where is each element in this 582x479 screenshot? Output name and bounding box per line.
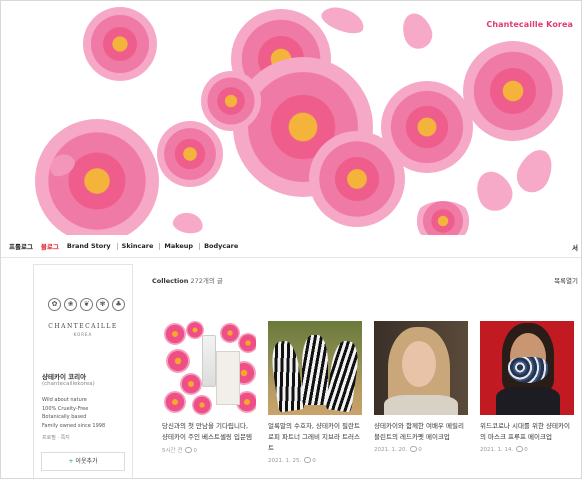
brand-title[interactable]: Chantecaille Korea	[486, 20, 573, 29]
petal-image	[470, 165, 518, 217]
menu-divider	[159, 242, 161, 250]
post-date: 2021. 1. 20.	[374, 447, 408, 453]
menu-item-makeup[interactable]: Makeup	[164, 242, 193, 250]
post-title[interactable]: 얼룩말의 수호자, 샹테카이 필란트로피 파트너 그레비 지브라 트러스트	[268, 421, 362, 454]
profile-id: (chantecaillekorea)	[42, 381, 95, 387]
open-list-button[interactable]: 목록열기	[554, 275, 578, 285]
brand-logo-subtext: KOREA	[73, 332, 93, 337]
post-thumbnail[interactable]	[480, 321, 574, 415]
tree-emblem-icon: ♣	[112, 298, 125, 311]
post-title[interactable]: 당신과의 첫 만남을 기다립니다, 샹테카이 주인 베스트셀링 입문템	[162, 421, 256, 443]
product-box-image	[216, 351, 240, 405]
portrait-body	[496, 387, 560, 415]
profile-name[interactable]: 샹테카이 코리아	[42, 371, 86, 381]
petal-image	[318, 2, 368, 38]
rose-image	[381, 81, 473, 173]
post-title[interactable]: 샹테카이와 함께한 여배우 메릴리 블린트의 레드카펫 메이크업	[374, 421, 468, 443]
comment-count: 0	[312, 458, 316, 464]
petal-image	[397, 9, 437, 53]
post-card[interactable]: 얼룩말의 수호자, 샹테카이 필란트로피 파트너 그레비 지브라 트러스트 20…	[268, 321, 362, 464]
profile-desc-line: Wild about nature	[42, 397, 87, 403]
serum-bottle-image	[202, 335, 216, 387]
portrait-shirt	[384, 395, 458, 415]
zebra-image	[325, 339, 361, 413]
post-date: 2021. 1. 25.	[268, 458, 302, 464]
post-date: 2021. 1. 14.	[480, 447, 514, 453]
leaf-emblem-icon: ✾	[96, 298, 109, 311]
brand-logo-text: CHANTECAILLE	[48, 323, 118, 330]
petal-image	[171, 210, 205, 235]
menu-item-blog[interactable]: 블로그	[41, 241, 59, 251]
post-meta: 2021. 1. 25. 0	[268, 457, 362, 464]
brand-logo-emblems: ✿ ❀ ❦ ✾ ♣	[48, 298, 125, 311]
post-meta: 2021. 1. 20. 0	[374, 446, 468, 453]
blog-banner: Chantecaille Korea	[1, 1, 581, 235]
post-title[interactable]: 위드코로나 시대를 위한 샹테카이의 마스크 프루프 메이크업	[480, 421, 574, 443]
rose-image	[413, 201, 473, 235]
comment-icon	[516, 446, 524, 452]
post-meta: 2021. 1. 14. 0	[480, 446, 574, 453]
petal-image	[511, 144, 559, 198]
profile-desc-line: Botanically based	[42, 414, 87, 420]
portrait-face	[402, 341, 436, 387]
post-date: 5시간 전	[162, 448, 183, 454]
zebra-image	[269, 339, 305, 413]
menu-item-skincare[interactable]: Skincare	[122, 242, 154, 250]
rose-image	[463, 41, 563, 141]
menu-item-prologue[interactable]: 프롤로그	[9, 241, 33, 251]
post-meta: 5시간 전 0	[162, 446, 256, 454]
menu-divider	[116, 242, 118, 250]
post-thumbnail[interactable]	[162, 321, 256, 415]
profile-description: Wild about nature 100% Cruelty-Free Bota…	[42, 396, 105, 430]
post-thumbnail[interactable]	[374, 321, 468, 415]
menu-item-right[interactable]: 서	[572, 242, 578, 252]
flower-emblem-icon: ❀	[64, 298, 77, 311]
menu-item-brand-story[interactable]: Brand Story	[67, 242, 111, 250]
blog-menu: 프롤로그 블로그 Brand Story Skincare Makeup Bod…	[1, 235, 581, 258]
post-thumbnail[interactable]	[268, 321, 362, 415]
collection-header: Collection 272개의 글	[152, 275, 223, 285]
comment-icon	[304, 457, 312, 463]
collection-label: Collection	[152, 277, 189, 285]
rose-image	[201, 71, 261, 131]
menu-item-bodycare[interactable]: Bodycare	[204, 242, 238, 250]
profile-desc-line: 100% Cruelty-Free	[42, 405, 89, 412]
profile-links[interactable]: 프로필 · 쪽지	[42, 434, 70, 441]
add-neighbor-label: 이웃추가	[75, 458, 98, 465]
comment-icon	[410, 446, 418, 452]
profile-desc-line: Family owned since 1998	[42, 422, 106, 429]
post-card[interactable]: 샹테카이와 함께한 여배우 메릴리 블린트의 레드카펫 메이크업 2021. 1…	[374, 321, 468, 453]
post-card[interactable]: 위드코로나 시대를 위한 샹테카이의 마스크 프루프 메이크업 2021. 1.…	[480, 321, 574, 453]
rose-image	[35, 119, 159, 235]
profile-card: ✿ ❀ ❦ ✾ ♣ CHANTECAILLE KOREA 샹테카이 코리아 (c…	[33, 264, 133, 478]
menu-divider	[199, 242, 201, 250]
add-neighbor-button[interactable]: + 이웃추가	[41, 452, 125, 471]
collection-count: 272개의 글	[190, 277, 223, 285]
comment-count: 0	[193, 448, 197, 454]
blog-page: Chantecaille Korea 프롤로그 블로그 Brand Story …	[0, 0, 582, 479]
bird-emblem-icon: ❦	[80, 298, 93, 311]
face-mask-image	[508, 357, 548, 383]
post-card[interactable]: 당신과의 첫 만남을 기다립니다, 샹테카이 주인 베스트셀링 입문템 5시간 …	[162, 321, 256, 454]
comment-icon	[185, 447, 193, 453]
rose-image	[83, 7, 157, 81]
zebra-image	[302, 335, 328, 405]
bee-emblem-icon: ✿	[48, 298, 61, 311]
rose-image	[157, 121, 223, 187]
comment-count: 0	[524, 447, 528, 453]
comment-count: 0	[418, 447, 422, 453]
